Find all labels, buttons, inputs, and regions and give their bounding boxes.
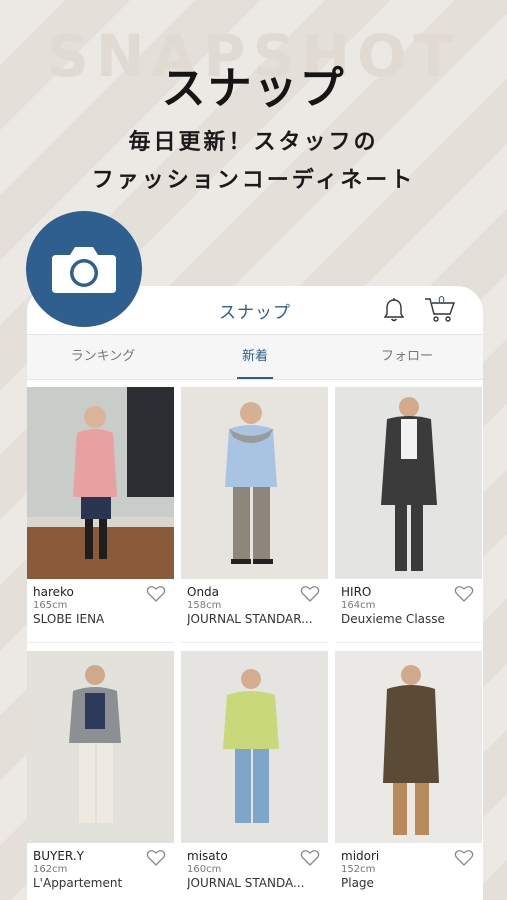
snap-card[interactable]: hareko 165cm SLOBE IENA (27, 387, 174, 643)
heart-icon[interactable] (146, 585, 166, 603)
camera-icon (52, 247, 116, 293)
heart-icon[interactable] (454, 849, 474, 867)
snap-brand: L'Appartement (33, 876, 123, 890)
cart-count-badge: 0 (438, 294, 445, 307)
snap-card[interactable]: BUYER.Y 162cm L'Appartement (27, 651, 174, 900)
promo-subline-2: ファッションコーディネート (91, 168, 416, 193)
model-figure (381, 397, 437, 571)
snap-photo[interactable] (27, 651, 174, 843)
snap-brand: JOURNAL STANDA... (187, 876, 305, 890)
bell-icon[interactable] (382, 297, 406, 323)
promo-subline-1: 毎日更新！スタッフの (128, 130, 379, 155)
snap-brand: Deuxieme Classe (341, 612, 445, 626)
heart-icon[interactable] (300, 849, 320, 867)
model-figure (69, 665, 121, 823)
snap-photo[interactable] (335, 387, 482, 579)
snap-photo[interactable] (27, 387, 174, 579)
model-figure (225, 402, 277, 564)
heart-icon[interactable] (146, 849, 166, 867)
snap-card[interactable]: misato 160cm JOURNAL STANDA... (181, 651, 328, 900)
camera-badge (26, 211, 142, 327)
model-figure (223, 669, 279, 823)
snap-brand: JOURNAL STANDAR... (187, 612, 313, 626)
snap-brand: SLOBE IENA (33, 612, 105, 626)
snap-brand: Plage (341, 876, 374, 890)
app-screen: スナップ 0 ランキング 新着 フォロー hareko 165cm SLOBE … (27, 286, 483, 900)
snap-photo[interactable] (335, 651, 482, 843)
tab-ranking[interactable]: ランキング (27, 335, 179, 379)
snap-photo[interactable] (181, 387, 328, 579)
model-figure (27, 387, 174, 579)
snap-card[interactable]: HIRO 164cm Deuxieme Classe (335, 387, 482, 643)
snap-photo[interactable] (181, 651, 328, 843)
model-figure (383, 665, 439, 835)
tab-bar: ランキング 新着 フォロー (27, 334, 483, 380)
tab-new[interactable]: 新着 (179, 335, 331, 379)
tab-follow[interactable]: フォロー (331, 335, 483, 379)
snap-card[interactable]: Onda 158cm JOURNAL STANDAR... (181, 387, 328, 643)
heart-icon[interactable] (454, 585, 474, 603)
heart-icon[interactable] (300, 585, 320, 603)
snap-card[interactable]: midori 152cm Plage (335, 651, 482, 900)
snap-grid: hareko 165cm SLOBE IENA Onda 158cm JOURN… (27, 380, 483, 900)
app-title: スナップ (219, 302, 291, 323)
promo-headline: スナップ (161, 63, 346, 114)
